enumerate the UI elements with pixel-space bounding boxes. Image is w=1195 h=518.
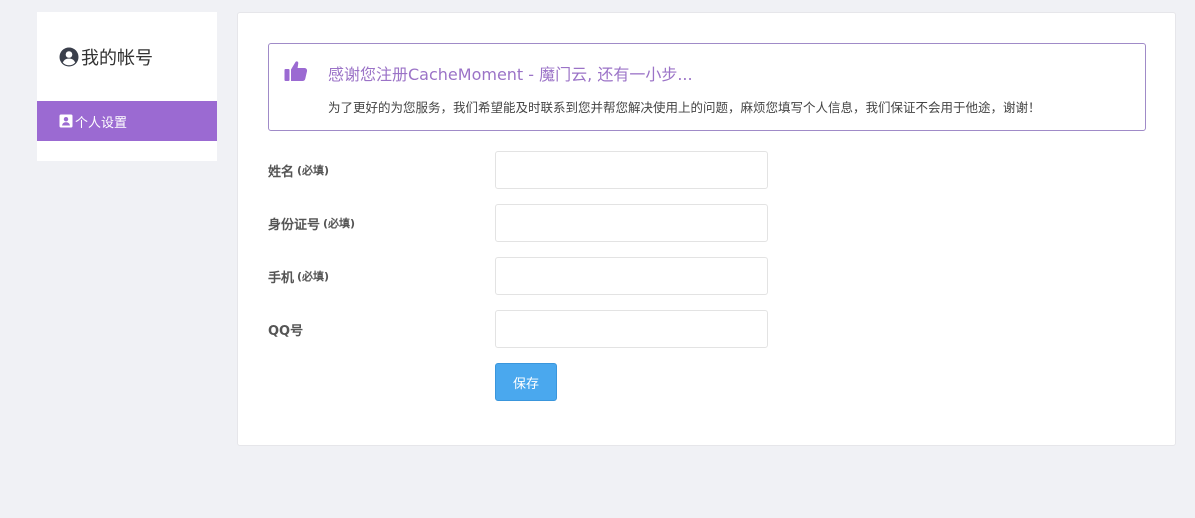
required-note: (必填) [297,270,330,283]
user-circle-icon [59,47,79,67]
sidebar-item-personal-settings[interactable]: 个人设置 [37,101,217,141]
phone-input[interactable] [495,257,768,295]
field-label: 姓名 [268,164,295,180]
form-row-phone: 手机 (必填) [268,257,868,295]
registration-notice: 感谢您注册CacheMoment - 魔门云, 还有一小步... 为了更好的为您… [268,43,1146,131]
field-label: 身份证号 [268,217,321,233]
qq-input[interactable] [495,310,768,348]
field-label: QQ号 [268,323,304,339]
name-label: 姓名 (必填) [268,151,329,189]
id-number-label: 身份证号 (必填) [268,204,355,242]
form-row-id-number: 身份证号 (必填) [268,204,868,242]
user-card-icon [59,114,73,128]
sidebar-title-text: 我的帐号 [81,48,153,69]
notice-description: 为了更好的为您服务，我们希望能及时联系到您并帮您解决使用上的问题，麻烦您填写个人… [328,100,1041,115]
main-panel: 感谢您注册CacheMoment - 魔门云, 还有一小步... 为了更好的为您… [237,12,1176,446]
notice-title: 感谢您注册CacheMoment - 魔门云, 还有一小步... [328,65,693,84]
sidebar-item-label: 个人设置 [75,115,128,131]
field-label: 手机 [268,270,295,286]
account-sidebar: 我的帐号 个人设置 [37,12,217,161]
id-number-input[interactable] [495,204,768,242]
qq-label: QQ号 [268,310,306,348]
form-row-qq: QQ号 [268,310,868,348]
phone-label: 手机 (必填) [268,257,329,295]
thumbs-up-icon [284,60,308,82]
required-note: (必填) [323,217,356,230]
form-row-name: 姓名 (必填) [268,151,868,189]
save-button[interactable]: 保存 [495,363,557,401]
required-note: (必填) [297,164,330,177]
sidebar-title: 我的帐号 [59,44,153,70]
name-input[interactable] [495,151,768,189]
